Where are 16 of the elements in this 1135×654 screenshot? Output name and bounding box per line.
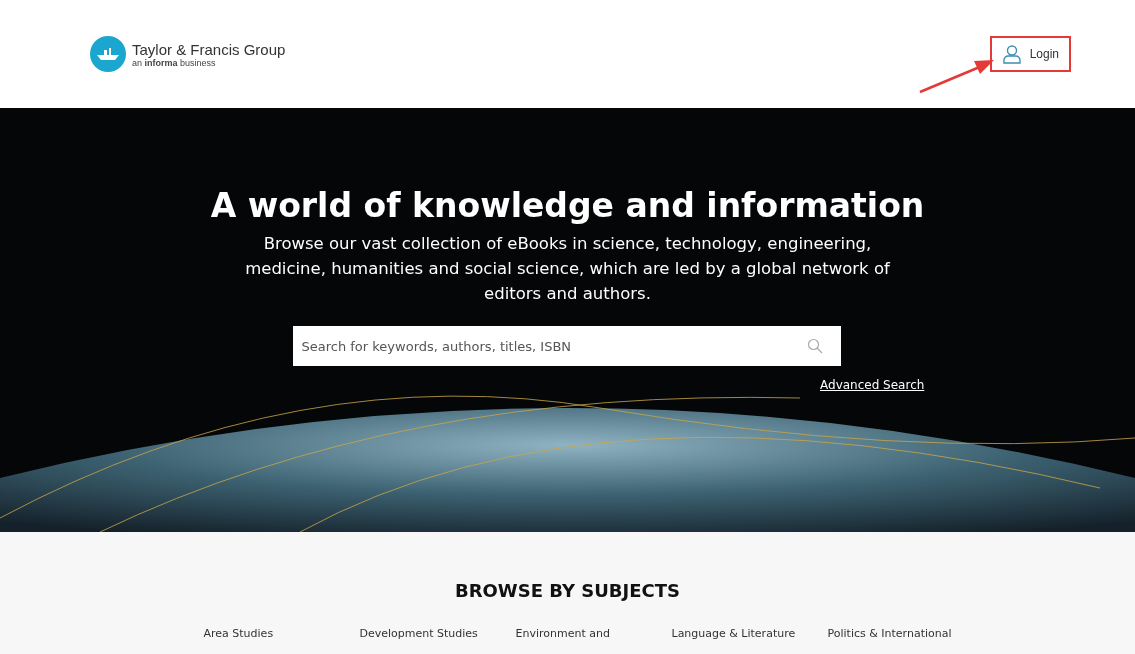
subject-link[interactable]: Development Studies xyxy=(333,627,490,640)
subject-link[interactable]: Politics & International xyxy=(801,627,958,640)
logo-tagline: an informa business xyxy=(132,57,217,68)
advanced-search-link[interactable]: Advanced Search xyxy=(820,378,925,392)
logo-icon xyxy=(90,36,126,72)
section-title: BROWSE BY SUBJECTS xyxy=(454,580,680,601)
subject-link[interactable]: Area Studies xyxy=(177,627,334,640)
login-button[interactable]: Login xyxy=(989,36,1071,72)
hero-description: Browse our vast collection of eBooks in science, technology, engineering, medicine, humanities and social science, which are led by a global network of editors and authors. xyxy=(244,233,891,305)
hero-title: A world of knowledge and information xyxy=(210,186,925,225)
logo-title: Taylor & Francis Group xyxy=(132,40,286,58)
subject-link[interactable]: Environment and xyxy=(489,627,646,640)
search-icon[interactable] xyxy=(807,338,824,354)
subject-link[interactable]: Language & Literature xyxy=(645,627,802,640)
user-icon xyxy=(1001,44,1022,64)
search-field[interactable]: Search for keywords, authors, titles, ISBN xyxy=(293,326,842,366)
